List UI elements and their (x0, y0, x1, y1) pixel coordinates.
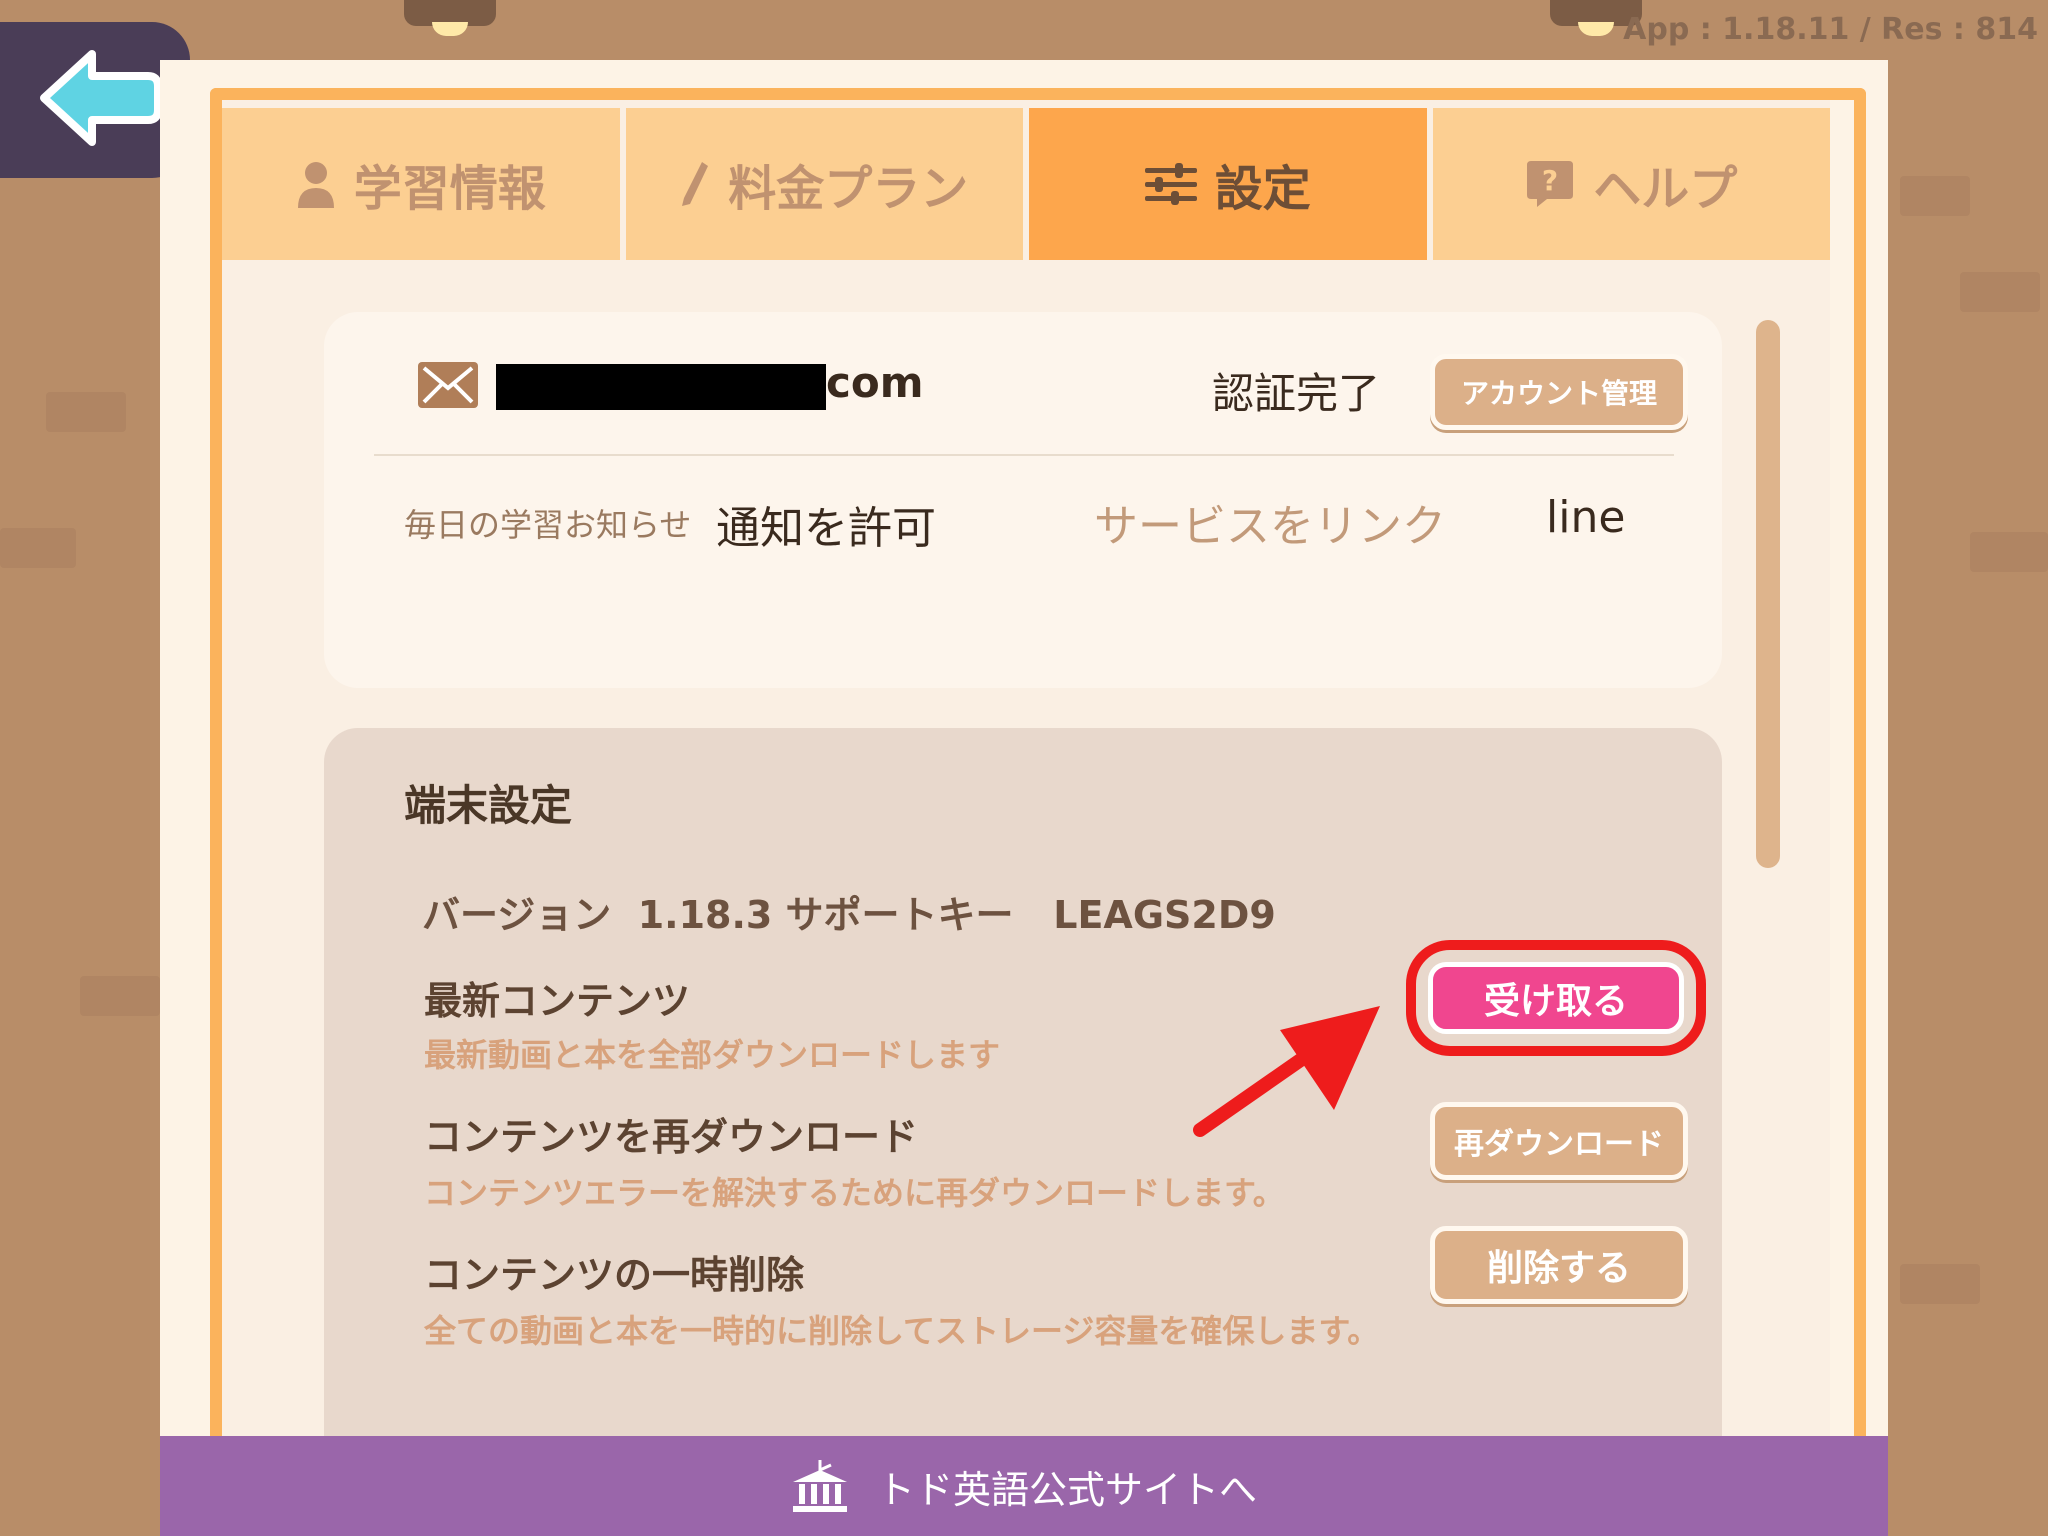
receive-button[interactable]: 受け取る (1428, 962, 1684, 1034)
link-service-label[interactable]: サービスをリンク (1094, 490, 1446, 554)
tab-label: ヘルプ (1593, 161, 1738, 217)
version-support-key: バージョン 1.18.3 サポートキー LEAGS2D9 (422, 893, 1276, 937)
app-version: App : 1.18.11 / Res : 814 (1623, 12, 2038, 47)
tab-help[interactable]: ? ヘルプ (1432, 108, 1830, 260)
email-redacted (496, 364, 826, 410)
tab-learning-info[interactable]: 学習情報 (222, 108, 620, 260)
divider (374, 454, 1674, 456)
wall-brick (1970, 532, 2048, 572)
delete-button[interactable]: 削除する (1430, 1226, 1688, 1304)
ceiling-lamp (404, 0, 496, 36)
daily-notification-label: 毎日の学習お知らせ (404, 506, 692, 544)
redownload-desc: コンテンツエラーを解決するために再ダウンロードします。 (424, 1174, 1285, 1212)
verified-status: 認証完了 (1212, 369, 1381, 418)
redownload-title: コンテンツを再ダウンロード (424, 1115, 919, 1159)
pencil-icon (682, 162, 709, 206)
wall-brick (46, 392, 126, 432)
account-manage-button[interactable]: アカウント管理 (1430, 354, 1688, 430)
temp-delete-desc: 全ての動画と本を一時的に削除してストレージ容量を確保します。 (424, 1312, 1380, 1350)
help-icon: ? (1527, 161, 1574, 207)
tab-label: 学習情報 (353, 161, 546, 217)
temp-delete-title: コンテンツの一時削除 (424, 1253, 805, 1297)
wall-brick (1900, 1264, 1980, 1304)
svg-text:?: ? (1542, 164, 1558, 197)
tab-bar: 学習情報 料金プラン 設定 ? ヘルプ (222, 108, 1830, 260)
latest-content-desc: 最新動画と本を全部ダウンロードします (424, 1036, 1001, 1074)
latest-content-title: 最新コンテンツ (424, 979, 691, 1023)
tab-label: 設定 (1214, 161, 1311, 217)
email-suffix: com (826, 358, 924, 407)
tab-pricing-plan[interactable]: 料金プラン (625, 108, 1023, 260)
sliders-icon (1144, 163, 1197, 205)
official-site-footer[interactable]: トド英語公式サイトへ (160, 1436, 1888, 1536)
person-icon (297, 162, 334, 208)
section-title: 端末設定 (404, 781, 573, 830)
tab-settings[interactable]: 設定 (1029, 108, 1427, 260)
mail-icon (418, 362, 478, 412)
footer-label: トド英語公式サイトへ (876, 1467, 1257, 1512)
wall-brick (0, 528, 76, 568)
tab-label: 料金プラン (728, 161, 969, 217)
building-icon (792, 1460, 847, 1512)
wall-brick (1960, 272, 2040, 312)
wall-brick (80, 976, 160, 1016)
scrollbar[interactable] (1756, 320, 1780, 868)
redownload-button[interactable]: 再ダウンロード (1430, 1102, 1688, 1180)
red-arrow-annotation (1193, 1006, 1380, 1137)
linked-service-value: line (1546, 492, 1626, 543)
back-arrow-icon (40, 50, 162, 146)
wall-brick (1900, 176, 1970, 216)
notification-permission[interactable]: 通知を許可 (716, 492, 936, 556)
